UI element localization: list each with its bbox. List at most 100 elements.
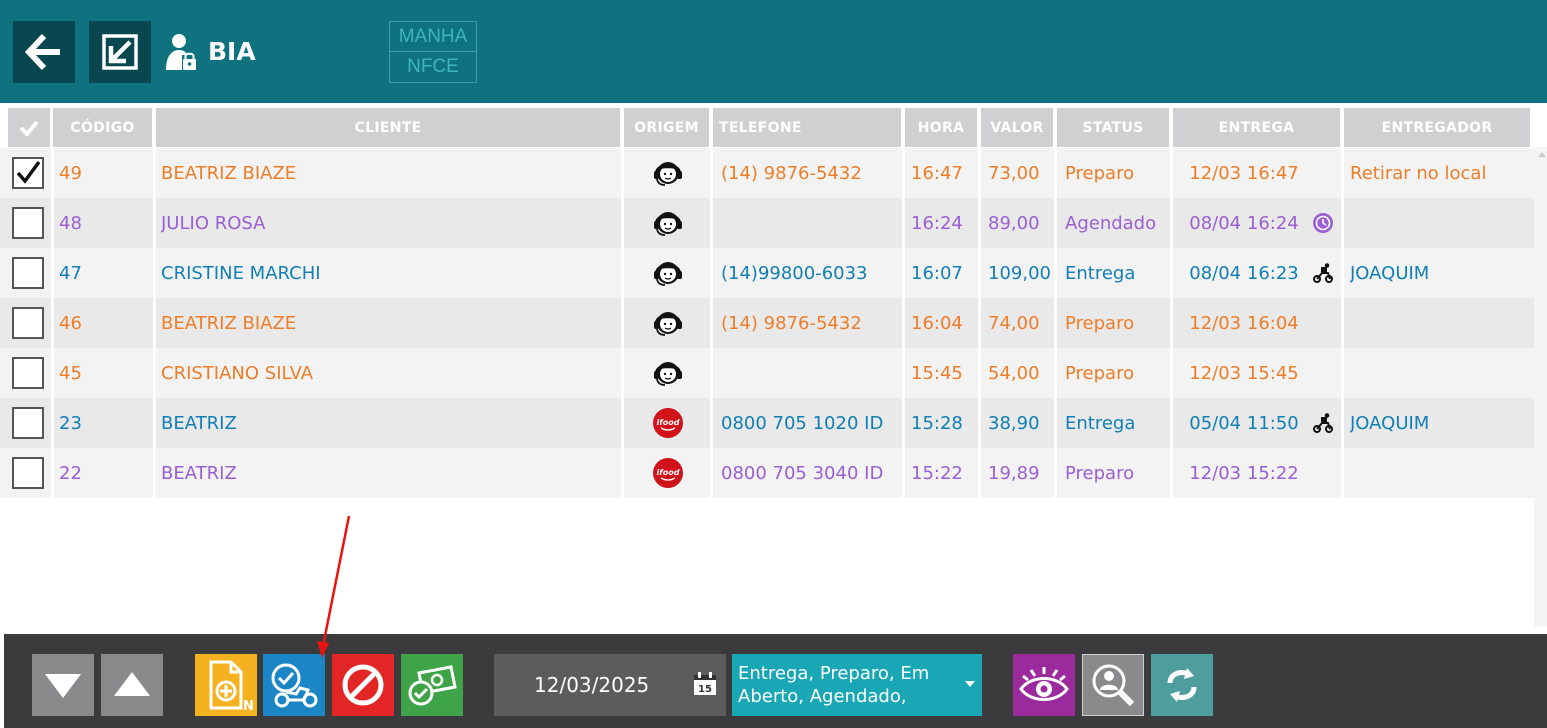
column-divider <box>51 348 54 398</box>
column-divider <box>1054 398 1057 448</box>
column-divider <box>902 148 905 198</box>
cell-entregador <box>1350 198 1530 248</box>
shift-tag: MANHA <box>389 21 477 52</box>
column-divider <box>51 298 54 348</box>
svg-text:ifood: ifood <box>657 468 680 477</box>
column-divider <box>1341 298 1344 348</box>
ifood-icon: ifood <box>653 408 683 438</box>
column-divider <box>1341 148 1344 198</box>
cancel-icon <box>342 664 384 706</box>
select-all-checkbox[interactable] <box>8 108 50 147</box>
column-divider <box>902 348 905 398</box>
headset-icon <box>654 362 682 386</box>
column-divider <box>1054 448 1057 498</box>
row-checkbox[interactable] <box>12 357 44 389</box>
column-divider <box>978 348 981 398</box>
cell-codigo: 22 <box>59 462 82 484</box>
payment-button[interactable] <box>401 654 463 716</box>
table-row[interactable]: 46 BEATRIZ BIAZE (14) 9876-5432 16:04 74,00 P… <box>0 298 1534 348</box>
row-checkbox[interactable] <box>12 307 44 339</box>
column-divider <box>1341 398 1344 448</box>
headset-icon <box>654 312 682 336</box>
column-divider <box>153 348 156 398</box>
column-header-valor[interactable]: VALOR <box>981 108 1053 147</box>
minimize-button[interactable] <box>89 21 151 83</box>
column-divider <box>621 448 624 498</box>
row-checkbox[interactable] <box>12 407 44 439</box>
delivery-check-icon <box>271 663 318 708</box>
column-divider <box>902 198 905 248</box>
refresh-button[interactable] <box>1151 654 1213 716</box>
cell-status: Agendado <box>1065 212 1157 234</box>
cell-valor: 74,00 <box>988 312 1040 334</box>
cell-hora: 16:04 <box>911 312 963 334</box>
new-order-button[interactable]: N <box>195 654 257 716</box>
date-value: 12/03/2025 <box>534 673 650 697</box>
date-picker[interactable]: 12/03/2025 15 <box>494 654 726 716</box>
cell-entrega: 12/03 16:04 <box>1189 312 1299 334</box>
column-divider <box>153 398 156 448</box>
nfce-tag: NFCE <box>389 52 477 83</box>
column-header-telefone[interactable]: TELEFONE <box>713 108 901 147</box>
table-row[interactable]: 48 JULIO ROSA 16:24 89,00 Agendado 08/04 16:2… <box>0 198 1534 248</box>
search-customer-button[interactable] <box>1082 654 1144 716</box>
app-window: BIA MANHA NFCE CÓDIGO CLIENTE ORIGEM TEL… <box>0 0 1547 728</box>
check-icon <box>16 160 41 184</box>
column-divider <box>153 148 156 198</box>
row-checkbox[interactable] <box>12 457 44 489</box>
column-divider <box>710 448 713 498</box>
column-divider <box>902 398 905 448</box>
vertical-scrollbar[interactable] <box>1534 147 1547 627</box>
cell-valor: 109,00 <box>988 262 1051 284</box>
move-up-button[interactable] <box>101 654 163 716</box>
table-row[interactable]: 47 CRISTINE MARCHI (14)99800-6033 16:07 109,… <box>0 248 1534 298</box>
cell-telefone: (14) 9876-5432 <box>721 312 862 334</box>
column-divider <box>1170 348 1173 398</box>
table-row[interactable]: 45 CRISTIANO SILVA 15:45 54,00 Preparo 12/03 … <box>0 348 1534 398</box>
cell-telefone: 0800 705 3040 ID <box>721 462 884 484</box>
column-divider <box>153 298 156 348</box>
cell-entrega: 08/04 16:23 <box>1189 262 1299 284</box>
back-button[interactable] <box>13 21 75 83</box>
column-header-cliente[interactable]: CLIENTE <box>156 108 620 147</box>
column-divider <box>1170 398 1173 448</box>
table-row[interactable]: 49 BEATRIZ BIAZE (14) 9876-5432 16:47 73,00 P… <box>0 148 1534 198</box>
scroll-up-arrow-icon[interactable] <box>1538 152 1546 157</box>
calendar-icon[interactable]: 15 <box>693 672 717 696</box>
cell-status: Preparo <box>1065 462 1135 484</box>
column-divider <box>1341 448 1344 498</box>
view-button[interactable] <box>1013 654 1075 716</box>
column-header-hora[interactable]: HORA <box>905 108 977 147</box>
column-header-entrega[interactable]: ENTREGA <box>1173 108 1340 147</box>
cell-telefone: (14) 9876-5432 <box>721 162 862 184</box>
column-header-entregador[interactable]: ENTREGADOR <box>1344 108 1530 147</box>
row-checkbox[interactable] <box>12 207 44 239</box>
row-checkbox[interactable] <box>12 157 44 189</box>
status-filter-select[interactable]: Entrega, Preparo, Em Aberto, Agendado, <box>732 654 982 716</box>
column-divider <box>621 148 624 198</box>
column-header-status[interactable]: STATUS <box>1057 108 1169 147</box>
move-down-button[interactable] <box>32 654 94 716</box>
dispatch-delivery-button[interactable] <box>263 654 325 716</box>
cell-status: Preparo <box>1065 162 1135 184</box>
cell-cliente: BEATRIZ <box>161 412 237 434</box>
cancel-order-button[interactable] <box>332 654 394 716</box>
column-divider <box>978 398 981 448</box>
column-divider <box>978 148 981 198</box>
cell-cliente: CRISTINE MARCHI <box>161 262 321 284</box>
table-row[interactable]: 22 BEATRIZ 0800 705 3040 ID 15:22 19,89 Prepa… <box>0 448 1534 498</box>
cell-status: Entrega <box>1065 412 1136 434</box>
column-header-origem[interactable]: ORIGEM <box>624 108 709 147</box>
column-header-codigo[interactable]: CÓDIGO <box>53 108 152 147</box>
column-divider <box>1170 448 1173 498</box>
row-checkbox[interactable] <box>12 257 44 289</box>
cell-codigo: 49 <box>59 162 82 184</box>
motorcycle-icon <box>1313 263 1333 283</box>
cell-entrega: 12/03 16:47 <box>1189 162 1299 184</box>
table-row[interactable]: 23 BEATRIZ 0800 705 1020 ID 15:28 38,90 Entre… <box>0 398 1534 448</box>
cell-entregador: JOAQUIM <box>1350 412 1430 434</box>
column-divider <box>710 348 713 398</box>
cell-entregador: JOAQUIM <box>1350 262 1430 284</box>
new-badge: N <box>243 699 253 712</box>
headset-icon <box>654 162 682 186</box>
